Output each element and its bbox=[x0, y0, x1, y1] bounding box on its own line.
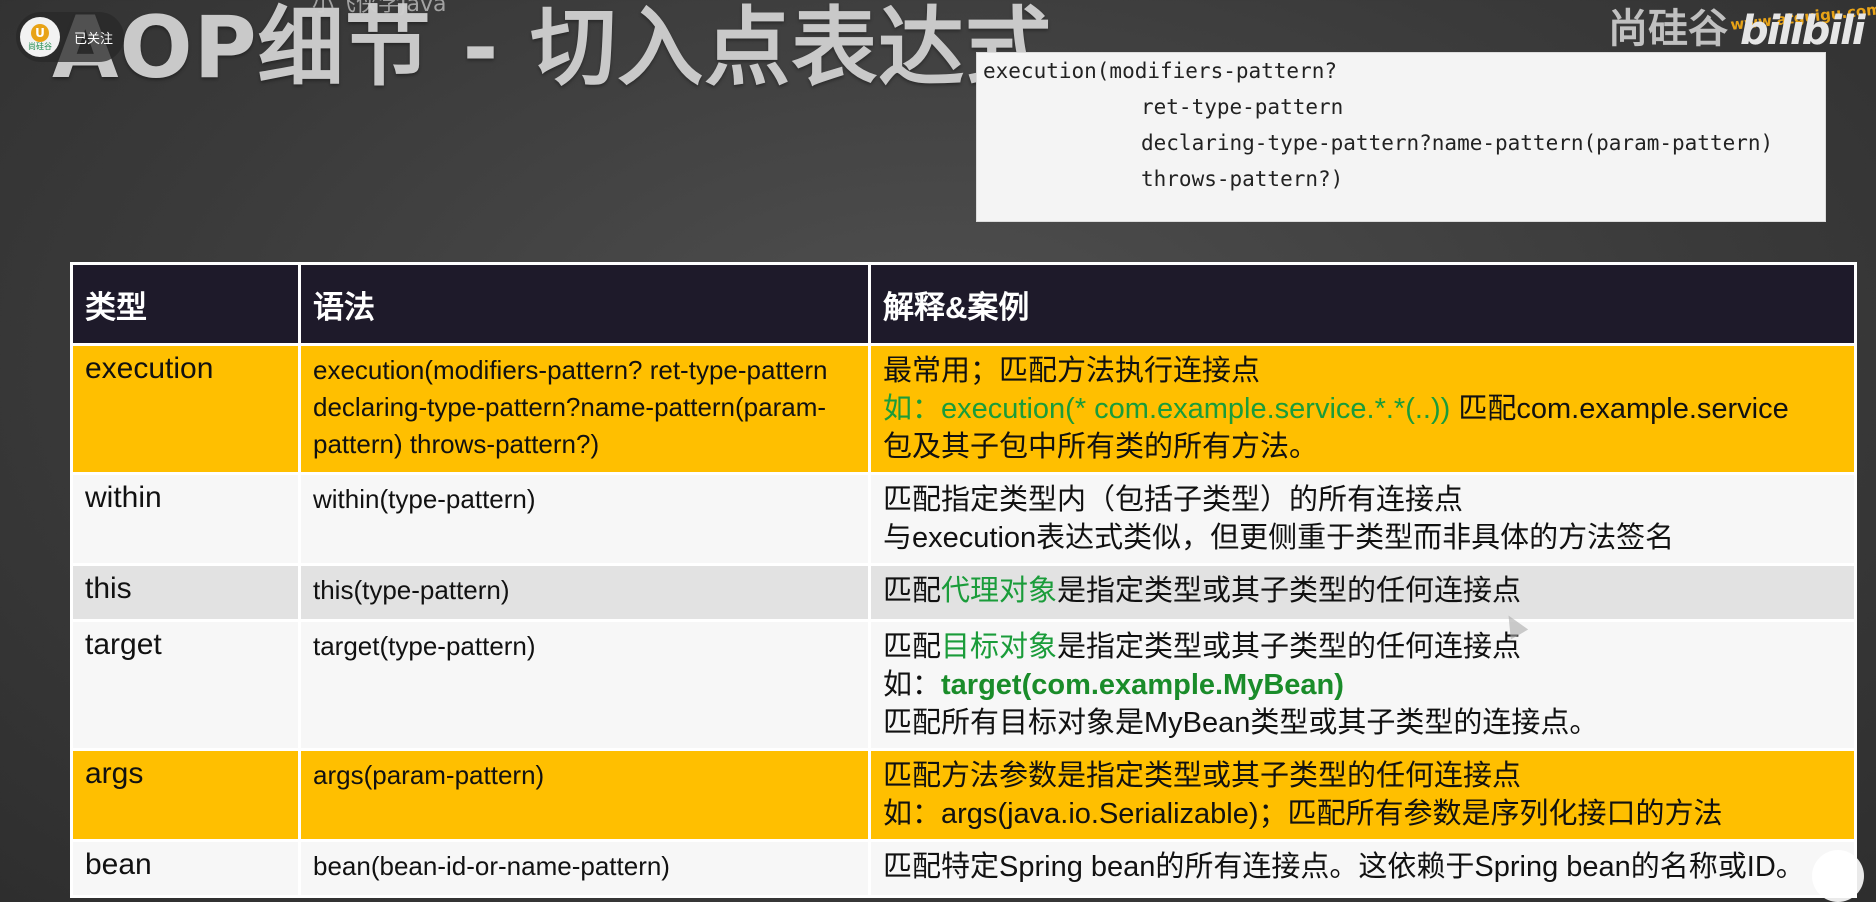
syntax-cell: execution(modifiers-pattern? ret-type-pa… bbox=[298, 343, 871, 475]
avatar-text: 尚硅谷 bbox=[28, 41, 52, 51]
desc-text: 匹配 bbox=[883, 575, 942, 607]
author-watermark: 小飞侠学Java bbox=[312, 0, 447, 17]
example-prefix: 如： bbox=[883, 669, 942, 701]
desc-line: 包及其子包中所有类的所有方法。 bbox=[883, 431, 1319, 463]
syntax-cell: target(type-pattern) bbox=[298, 619, 871, 751]
desc-text: 是指定类型或其子类型的任何连接点 bbox=[1057, 575, 1522, 607]
desc-line: 如：args(java.io.Serializable)；匹配所有参数是序列化接… bbox=[883, 798, 1723, 830]
pointcut-table: 类型 语法 解释&案例 execution execution(modifier… bbox=[70, 262, 1857, 898]
desc-line: 如：target(com.example.MyBean) bbox=[883, 666, 1842, 704]
desc-text: 是指定类型或其子类型的任何连接点 bbox=[1057, 631, 1522, 663]
highlight-term: 目标对象 bbox=[941, 631, 1058, 663]
bilibili-logo-icon: bilibili bbox=[1740, 8, 1866, 54]
code-line: throws-pattern?) bbox=[1141, 167, 1344, 191]
type-cell: bean bbox=[70, 839, 301, 898]
code-line: declaring-type-pattern?name-pattern(para… bbox=[1141, 131, 1774, 155]
table-row: within within(type-pattern) 匹配指定类型内（包括子类… bbox=[70, 472, 1857, 566]
type-cell: within bbox=[70, 472, 301, 566]
description-cell: 最常用；匹配方法执行连接点 如：execution(* com.example.… bbox=[868, 343, 1857, 475]
syntax-cell: within(type-pattern) bbox=[298, 472, 871, 566]
code-line: ret-type-pattern bbox=[1141, 95, 1344, 119]
type-cell: args bbox=[70, 748, 301, 842]
desc-line: 匹配指定类型内（包括子类型）的所有连接点 bbox=[883, 484, 1464, 516]
desc-line: 匹配所有目标对象是MyBean类型或其子类型的连接点。 bbox=[883, 707, 1599, 739]
brand-watermark: 尚硅谷 bbox=[1608, 6, 1728, 52]
table-row: target target(type-pattern) 匹配目标对象是指定类型或… bbox=[70, 619, 1857, 751]
table-row: this this(type-pattern) 匹配代理对象是指定类型或其子类型… bbox=[70, 563, 1857, 622]
type-cell: execution bbox=[70, 343, 301, 475]
example-code: target(com.example.MyBean) bbox=[941, 669, 1344, 701]
type-cell: target bbox=[70, 619, 301, 751]
header-type: 类型 bbox=[70, 262, 301, 346]
follow-status-label: 已关注 bbox=[74, 31, 114, 47]
desc-line: 匹配目标对象是指定类型或其子类型的任何连接点 bbox=[883, 628, 1842, 666]
description-cell: 匹配代理对象是指定类型或其子类型的任何连接点 bbox=[868, 563, 1857, 622]
description-cell: 匹配特定Spring bean的所有连接点。这依赖于Spring bean的名称… bbox=[868, 839, 1857, 898]
description-cell: 匹配指定类型内（包括子类型）的所有连接点 与execution表达式类似，但更侧… bbox=[868, 472, 1857, 566]
description-cell: 匹配方法参数是指定类型或其子类型的任何连接点 如：args(java.io.Se… bbox=[868, 748, 1857, 842]
follow-badge[interactable]: U 尚硅谷 已关注 bbox=[16, 12, 124, 62]
syntax-cell: this(type-pattern) bbox=[298, 563, 871, 622]
syntax-cell: bean(bean-id-or-name-pattern) bbox=[298, 839, 871, 898]
table-row: args args(param-pattern) 匹配方法参数是指定类型或其子类… bbox=[70, 748, 1857, 842]
avatar[interactable]: U 尚硅谷 bbox=[20, 17, 60, 57]
highlight-term: 代理对象 bbox=[941, 575, 1058, 607]
player-control-icon[interactable] bbox=[1812, 850, 1864, 902]
example-prefix: 如： bbox=[883, 393, 942, 425]
desc-text: 匹配 bbox=[883, 631, 942, 663]
code-line: execution(modifiers-pattern? bbox=[983, 59, 1338, 83]
desc-line: 与execution表达式类似，但更侧重于类型而非具体的方法签名 bbox=[883, 522, 1675, 554]
table-row: bean bean(bean-id-or-name-pattern) 匹配特定S… bbox=[70, 839, 1857, 898]
table-row: execution execution(modifiers-pattern? r… bbox=[70, 343, 1857, 475]
table-header-row: 类型 语法 解释&案例 bbox=[70, 262, 1857, 346]
brand-logo-icon: U bbox=[31, 23, 49, 42]
desc-line: 匹配方法参数是指定类型或其子类型的任何连接点 bbox=[883, 760, 1522, 792]
type-cell: this bbox=[70, 563, 301, 622]
header-syntax: 语法 bbox=[298, 262, 871, 346]
description-cell: 匹配目标对象是指定类型或其子类型的任何连接点 如：target(com.exam… bbox=[868, 619, 1857, 751]
desc-text: 匹配com.example.service bbox=[1450, 393, 1789, 425]
slide-title: AOP细节 - 切入点表达式 bbox=[52, 0, 1053, 98]
desc-line: 如：execution(* com.example.service.*.*(..… bbox=[883, 390, 1842, 428]
syntax-cell: args(param-pattern) bbox=[298, 748, 871, 842]
example-code: execution(* com.example.service.*.*(..)) bbox=[941, 393, 1451, 425]
header-description: 解释&案例 bbox=[868, 262, 1857, 346]
execution-syntax-box: execution(modifiers-pattern? ret-type-pa… bbox=[976, 52, 1826, 222]
desc-line: 最常用；匹配方法执行连接点 bbox=[883, 355, 1261, 387]
